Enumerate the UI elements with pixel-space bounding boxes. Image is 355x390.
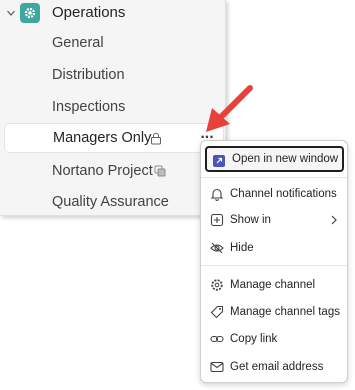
menu-item-label: Get email address <box>230 361 324 373</box>
gear-icon <box>24 7 36 19</box>
lock-icon <box>151 132 161 145</box>
menu-item-label: Copy link <box>230 333 278 345</box>
menu-divider <box>201 265 347 266</box>
channel-general[interactable]: General <box>4 28 224 58</box>
menu-item-copy-link[interactable]: Copy link <box>205 326 344 352</box>
menu-item-label: Open in new window <box>232 153 339 165</box>
shared-channel-icon <box>154 165 166 177</box>
menu-divider <box>201 177 347 178</box>
channel-label: Quality Assurance <box>52 194 169 210</box>
menu-item-get-email-address[interactable]: Get email address <box>205 354 344 380</box>
team-name: Operations <box>52 4 126 21</box>
mail-icon <box>210 361 224 373</box>
menu-item-manage-channel[interactable]: Manage channel <box>205 272 344 298</box>
channel-quality-assurance[interactable]: Quality Assurance <box>4 187 224 217</box>
chevron-down-icon[interactable] <box>6 8 16 18</box>
menu-item-label: Manage channel tags <box>230 306 340 318</box>
eye-off-icon <box>210 242 224 254</box>
add-square-icon <box>210 213 224 227</box>
channel-label: Nortano Project <box>52 163 153 179</box>
channel-sidebar: Operations General Distribution Inspecti… <box>0 0 226 216</box>
menu-item-label: Manage channel <box>230 279 316 291</box>
gear-icon <box>211 279 223 291</box>
tag-icon <box>210 305 224 319</box>
channel-inspections[interactable]: Inspections <box>4 92 224 122</box>
channel-label: General <box>52 35 104 51</box>
menu-item-label: Hide <box>230 242 254 254</box>
menu-item-open-in-new-window[interactable]: Open in new window <box>205 146 344 172</box>
channel-context-menu: Open in new window Channel notifications… <box>200 140 348 383</box>
menu-item-manage-channel-tags[interactable]: Manage channel tags <box>205 299 344 325</box>
red-arrow-annotation <box>206 85 253 132</box>
channel-label: Distribution <box>52 67 125 83</box>
bell-icon <box>210 188 224 201</box>
open-window-icon <box>213 155 225 167</box>
channel-label: Inspections <box>52 99 126 115</box>
channel-nortano-project[interactable]: Nortano Project <box>4 156 224 186</box>
menu-item-channel-notifications[interactable]: Channel notifications <box>205 181 344 207</box>
link-icon <box>210 335 224 343</box>
chevron-right-icon <box>331 215 337 225</box>
menu-item-hide[interactable]: Hide <box>205 235 344 261</box>
menu-item-show-in[interactable]: Show in <box>205 207 344 233</box>
channel-managers-only[interactable]: Managers Only <box>4 123 224 153</box>
menu-item-label: Channel notifications <box>230 188 337 200</box>
channel-label: Managers Only <box>53 130 152 146</box>
team-avatar <box>20 3 40 23</box>
team-header-operations[interactable]: Operations <box>0 0 226 26</box>
channel-distribution[interactable]: Distribution <box>4 60 224 90</box>
menu-item-label: Show in <box>230 214 271 226</box>
